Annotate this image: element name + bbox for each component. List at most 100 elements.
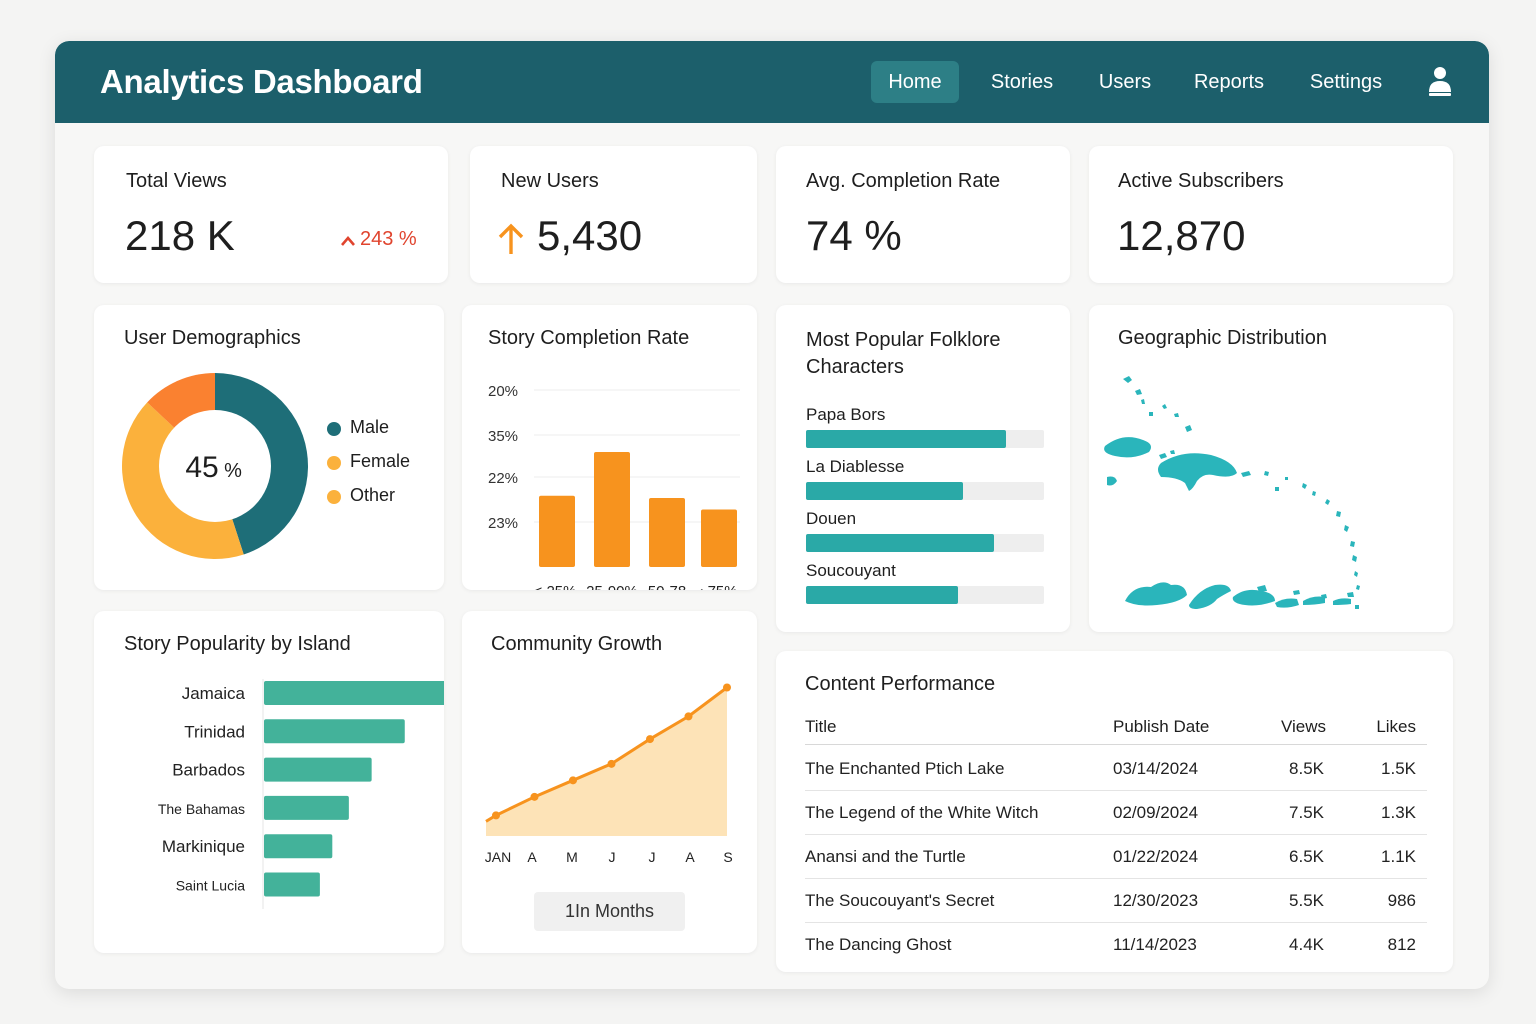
card-title-line1: Most Popular Folklore	[806, 329, 1001, 351]
content-performance-card: Content Performance Title Publish Date V…	[776, 651, 1453, 972]
card-title: Content Performance	[805, 673, 996, 695]
kpi-change: 243 %	[360, 228, 417, 250]
legend-label: Male	[350, 417, 390, 437]
legend-label: Female	[350, 451, 411, 471]
row-divider	[805, 878, 1427, 879]
table-row[interactable]: The Legend of the White Witch 02/09/2024 7…	[776, 803, 1453, 833]
folklore-bar-track	[806, 586, 1044, 604]
nav-users[interactable]: Users	[1088, 61, 1162, 103]
legend-swatch	[327, 490, 341, 504]
x-tick-label: J	[649, 849, 656, 865]
cell-date: 02/09/2024	[1113, 803, 1199, 822]
island-bar	[264, 757, 372, 782]
cell-date: 11/14/2023	[1113, 935, 1197, 954]
table-row[interactable]: Anansi and the Turtle 01/22/2024 6.5K 1.1K	[776, 847, 1453, 877]
cell-likes: 1.3K	[1381, 803, 1416, 822]
cell-likes: 986	[1387, 891, 1416, 910]
cell-title: The Enchanted Ptich Lake	[805, 759, 1005, 778]
x-tick-label: < 25%	[534, 583, 577, 590]
folklore-bar-fill	[806, 534, 995, 552]
cell-title: The Legend of the White Witch	[805, 803, 1039, 822]
cell-title: The Dancing Ghost	[805, 935, 952, 954]
y-tick-label: 22%	[488, 470, 518, 487]
cell-date: 12/30/2023	[1113, 891, 1199, 910]
cell-title: The Soucouyant's Secret	[805, 891, 995, 910]
growth-point	[530, 792, 539, 801]
folklore-label: Soucouyant	[806, 561, 896, 580]
cell-views: 5.5K	[1289, 891, 1324, 910]
completion-bar	[539, 495, 575, 567]
x-tick-label: M	[566, 849, 578, 865]
y-tick-label: 20%	[488, 383, 518, 400]
folklore-bar-track	[806, 482, 1044, 500]
folklore-card: Most Popular Folklore Characters Papa Bo…	[776, 305, 1070, 632]
x-tick-label: 50-78	[648, 583, 686, 590]
time-range-button[interactable]: 1In Months	[534, 892, 685, 931]
island-label: Jamaica	[182, 684, 246, 703]
card-title: Most Popular Folklore Characters	[806, 327, 1001, 381]
growth-point	[646, 735, 654, 744]
folklore-bar-track	[806, 430, 1044, 448]
y-tick-label: 35%	[488, 428, 518, 445]
nav-stories[interactable]: Stories	[980, 61, 1064, 103]
folklore-label: La Diablesse	[806, 457, 905, 476]
folklore-label: Douen	[806, 509, 857, 528]
kpi-active-subscribers: Active Subscribers 12,870	[1089, 146, 1453, 283]
dashboard-window: Analytics Dashboard Home Stories Users R…	[55, 41, 1489, 989]
column-header-likes[interactable]: Likes	[1346, 717, 1416, 737]
table-row[interactable]: The Soucouyant's Secret 12/30/2023 5.5K 986	[776, 891, 1453, 921]
folklore-bar-fill	[806, 430, 1006, 448]
completion-bar	[594, 452, 630, 567]
table-row[interactable]: The Dancing Ghost 11/14/2023 4.4K 812	[776, 935, 1453, 965]
x-tick-label: J	[609, 849, 616, 865]
nav-reports[interactable]: Reports	[1185, 61, 1273, 103]
header-divider	[805, 744, 1427, 745]
island-label: Saint Lucia	[176, 878, 245, 894]
completion-bar	[701, 509, 737, 567]
kpi-total-views: Total Views 218 K 243 %	[94, 146, 448, 283]
donut-center-unit: %	[224, 460, 242, 482]
y-tick-label: 23%	[488, 515, 518, 532]
card-title-line2: Characters	[806, 356, 904, 378]
app-title: Analytics Dashboard	[100, 63, 423, 100]
island-bar-chart: Jamaica Trinidad Barbados The Bahamas Markin…	[158, 679, 444, 909]
kpi-label: Active Subscribers	[1118, 170, 1284, 192]
x-tick-label: 25-90%	[586, 583, 638, 590]
geo-card: Geographic Distribution	[1089, 305, 1453, 632]
growth-area-fill	[486, 687, 727, 836]
folklore-bar-fill	[806, 586, 959, 604]
caribbean-map	[1104, 376, 1360, 609]
column-header-publish-date[interactable]: Publish Date	[1113, 717, 1209, 737]
x-tick-label: S	[723, 849, 732, 865]
cell-views: 8.5K	[1289, 759, 1324, 778]
kpi-value: 12,870	[1117, 212, 1246, 259]
nav-home[interactable]: Home	[871, 61, 959, 103]
cell-likes: 1.1K	[1381, 847, 1416, 866]
kpi-new-users: New Users 5,430	[470, 146, 757, 283]
island-label: The Bahamas	[158, 801, 245, 817]
folklore-bar-track	[806, 534, 1044, 552]
growth-point	[723, 683, 731, 692]
kpi-value: 74 %	[806, 212, 902, 259]
kpi-avg-completion: Avg. Completion Rate 74 %	[776, 146, 1070, 283]
table-row[interactable]: The Enchanted Ptich Lake 03/14/2024 8.5K 1.…	[776, 759, 1453, 789]
kpi-label: New Users	[501, 170, 599, 192]
nav-settings[interactable]: Settings	[1299, 61, 1393, 103]
arrow-up-icon	[498, 223, 524, 254]
cell-likes: 1.5K	[1381, 759, 1416, 778]
x-tick-label: A	[527, 849, 537, 865]
user-icon[interactable]	[1427, 66, 1453, 96]
row-divider	[805, 790, 1427, 791]
column-header-views[interactable]: Views	[1236, 717, 1326, 737]
cell-date: 03/14/2024	[1113, 759, 1199, 778]
cell-date: 01/22/2024	[1113, 847, 1199, 866]
island-bar	[264, 719, 405, 744]
island-bar	[264, 681, 444, 705]
column-header-title[interactable]: Title	[805, 717, 837, 737]
cell-title: Anansi and the Turtle	[805, 847, 966, 866]
folklore-bar-fill	[806, 482, 964, 500]
growth-point	[684, 712, 693, 721]
kpi-value: 218 K	[125, 212, 235, 259]
island-label: Trinidad	[184, 722, 245, 741]
kpi-label: Avg. Completion Rate	[806, 170, 1001, 192]
